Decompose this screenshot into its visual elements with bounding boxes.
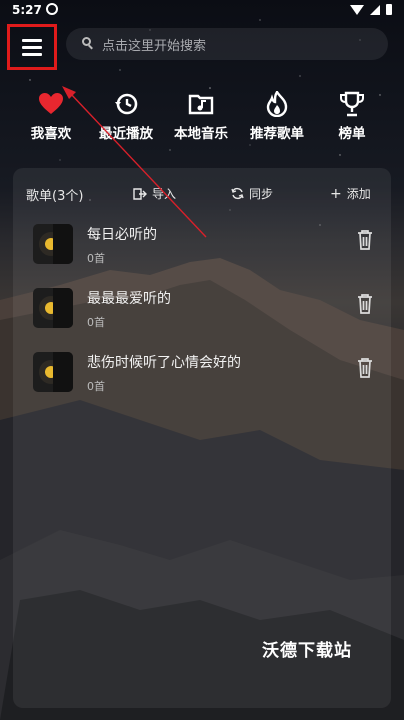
delete-icon[interactable] (357, 358, 373, 378)
menu-icon-bar (22, 52, 42, 56)
battery-icon (386, 4, 392, 15)
menu-icon-bar (22, 45, 42, 49)
playlist-name: 最最最爱听的 (87, 291, 171, 307)
import-label: 导入 (152, 187, 177, 201)
nav-local-music[interactable]: 本地音乐 (161, 90, 241, 142)
playlist-name: 每日必听的 (87, 227, 157, 243)
nav-label: 推荐歌单 (250, 126, 304, 142)
search-icon (82, 37, 91, 46)
status-icons (350, 4, 392, 15)
playlist-song-count: 0首 (87, 380, 105, 393)
add-playlist-button[interactable]: + 添加 (330, 185, 371, 202)
trophy-icon (340, 91, 364, 117)
playlist-song-count: 0首 (87, 252, 105, 265)
quick-nav: 我喜欢 最近播放 本地音乐 推荐歌单 榜单 (0, 90, 404, 150)
playlist-cover-icon (33, 288, 73, 328)
sync-icon (231, 187, 244, 200)
playlist-row[interactable]: 每日必听的 0首 (13, 224, 391, 288)
nav-charts[interactable]: 榜单 (312, 90, 392, 142)
heart-icon (39, 93, 63, 114)
search-bar[interactable]: 点击这里开始搜索 (66, 28, 388, 60)
playlist-song-count: 0首 (87, 316, 105, 329)
folder-music-icon (188, 94, 214, 115)
nav-label: 最近播放 (99, 126, 153, 142)
menu-icon-bar (22, 38, 42, 42)
playlist-cover-icon (33, 352, 73, 392)
menu-button[interactable] (7, 24, 57, 70)
sync-label: 同步 (249, 187, 274, 201)
nav-label: 我喜欢 (30, 126, 72, 142)
playlist-row[interactable]: 最最最爱听的 0首 (13, 288, 391, 352)
playlist-name: 悲伤时候听了心情会好的 (87, 355, 241, 371)
import-button[interactable]: 导入 (133, 185, 176, 202)
search-placeholder: 点击这里开始搜索 (102, 39, 207, 54)
sync-button[interactable]: 同步 (231, 185, 273, 202)
plus-icon: + (330, 185, 342, 202)
sync-status-icon (46, 3, 58, 15)
history-icon (115, 93, 138, 115)
wifi-icon (350, 4, 364, 15)
signal-icon (370, 4, 380, 15)
nav-label: 榜单 (338, 126, 366, 142)
playlist-cover-icon (33, 224, 73, 264)
playlist-header: 歌单(3个) 导入 同步 + 添加 (13, 168, 391, 218)
watermark-text: 沃德下载站 (262, 641, 352, 661)
nav-label: 本地音乐 (174, 126, 228, 142)
playlist-count-title: 歌单(3个) (26, 189, 84, 204)
add-label: 添加 (346, 187, 371, 201)
status-bar: 5:27 (0, 0, 404, 22)
delete-icon[interactable] (357, 230, 373, 250)
nav-recent-plays[interactable]: 最近播放 (86, 90, 166, 142)
playlist-row[interactable]: 悲伤时候听了心情会好的 0首 (13, 352, 391, 416)
status-time: 5:27 (12, 3, 42, 17)
nav-recommended-playlists[interactable]: 推荐歌单 (237, 90, 317, 142)
playlist-card: 歌单(3个) 导入 同步 + 添加 每日必听的 0首 最最最爱听的 0首 悲伤时… (13, 168, 391, 708)
delete-icon[interactable] (357, 294, 373, 314)
import-icon (133, 187, 147, 200)
nav-my-favorites[interactable]: 我喜欢 (11, 90, 91, 142)
flame-icon (266, 91, 288, 117)
